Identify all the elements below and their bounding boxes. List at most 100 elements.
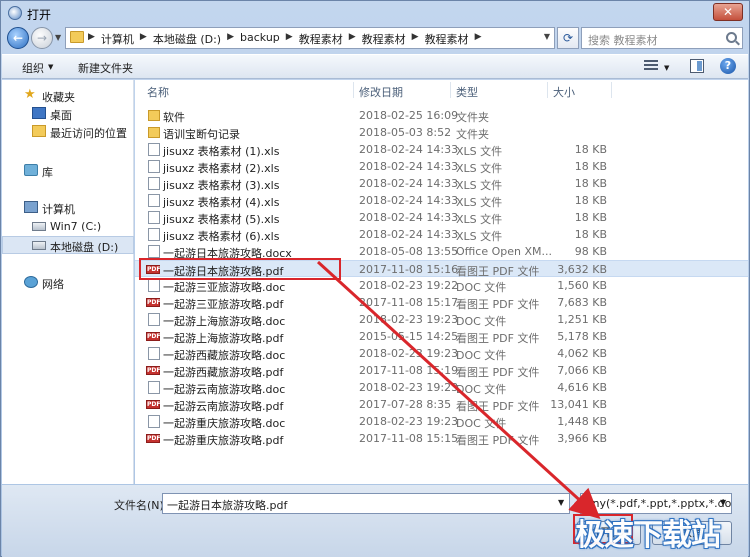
close-button[interactable]: ✕ [713, 3, 743, 21]
document-icon [148, 313, 160, 326]
file-row[interactable]: PDF 一起游日本旅游攻略.pdf 2017-11-08 15:16 看图王 PDF … [135, 260, 748, 278]
file-row[interactable]: jisuxz 表格素材 (5).xls 2018-02-24 14:33 XLS 文… [135, 209, 748, 226]
file-row[interactable]: jisuxz 表格素材 (2).xls 2018-02-24 14:33 XLS 文… [135, 158, 748, 175]
file-type: 看图王 PDF 文件 [456, 434, 540, 447]
file-date: 2018-05-03 8:52 [359, 126, 452, 139]
sidebar-item-win7[interactable]: Win7 (C:) [2, 218, 134, 236]
file-name: jisuxz 表格素材 (5).xls [163, 213, 280, 226]
filename-label: 文件名(N): [114, 499, 168, 512]
pdf-file-icon: PDF [146, 366, 161, 375]
file-row[interactable]: 软件 2018-02-25 16:09 文件夹 [135, 107, 748, 124]
filename-input[interactable]: 一起游日本旅游攻略.pdf [162, 493, 570, 514]
file-row[interactable]: 一起游三亚旅游攻略.doc 2018-02-23 19:22 DOC 文件 1,560… [135, 277, 748, 294]
column-header-size[interactable]: 大小 [553, 80, 575, 100]
chevron-right-icon[interactable]: ▶ [88, 31, 95, 47]
file-row[interactable]: PDF 一起游西藏旅游攻略.pdf 2017-11-08 15:19 看图王 PDF … [135, 362, 748, 379]
file-date: 2018-02-25 16:09 [359, 109, 459, 122]
file-row[interactable]: 一起游重庆旅游攻略.doc 2018-02-23 19:23 DOC 文件 1,448… [135, 413, 748, 430]
back-button[interactable]: ← [7, 27, 29, 49]
sidebar-item-libraries[interactable]: 库 [2, 162, 134, 180]
breadcrumb-item[interactable]: 本地磁盘 (D:) [147, 31, 227, 47]
chevron-right-icon[interactable]: ▶ [227, 31, 234, 47]
column-divider[interactable] [547, 82, 548, 98]
column-divider[interactable] [450, 82, 451, 98]
organize-button[interactable]: 组织 [22, 60, 44, 76]
chevron-down-icon[interactable]: ▼ [720, 498, 726, 507]
preview-pane-icon[interactable] [690, 59, 704, 73]
file-size: 98 KB [574, 245, 607, 258]
breadcrumb-item[interactable]: 计算机 [95, 31, 140, 47]
file-size: 1,251 KB [557, 313, 607, 326]
refresh-button[interactable]: ⟳ [557, 27, 579, 49]
desktop-icon [32, 107, 46, 119]
network-icon [24, 276, 38, 288]
file-type: 看图王 PDF 文件 [456, 332, 540, 345]
address-dropdown[interactable]: ▼ [544, 32, 550, 41]
pdf-file-icon: PDF [146, 332, 161, 341]
sidebar-item-desktop[interactable]: 桌面 [2, 105, 134, 123]
file-row[interactable]: PDF 一起游上海旅游攻略.pdf 2015-05-15 14:25 看图王 PDF … [135, 328, 748, 345]
file-type: DOC 文件 [456, 349, 507, 362]
file-row[interactable]: jisuxz 表格素材 (1).xls 2018-02-24 14:33 XLS 文… [135, 141, 748, 158]
file-date: 2018-02-23 19:23 [359, 415, 459, 428]
folder-icon [148, 110, 160, 121]
breadcrumb-item[interactable]: 教程素材 [356, 31, 412, 47]
forward-button[interactable]: → [31, 27, 53, 49]
file-type: XLS 文件 [456, 179, 503, 192]
library-icon [24, 164, 38, 176]
computer-icon [24, 201, 38, 213]
chevron-right-icon[interactable]: ▶ [412, 31, 419, 47]
file-size: 18 KB [574, 177, 607, 190]
title-bar: 打开 ✕ [1, 1, 749, 25]
window-title: 打开 [27, 8, 52, 22]
star-icon: ★ [24, 87, 36, 102]
folder-icon [70, 31, 84, 43]
file-type: 看图王 PDF 文件 [456, 366, 540, 379]
drive-icon [32, 241, 46, 250]
column-header-name[interactable]: 名称 [147, 80, 169, 100]
file-row[interactable]: PDF 一起游重庆旅游攻略.pdf 2017-11-08 15:15 看图王 PDF … [135, 430, 748, 447]
chevron-right-icon[interactable]: ▶ [475, 31, 482, 47]
file-row[interactable]: 语训宝断句记录 2018-05-03 8:52 文件夹 [135, 124, 748, 141]
help-icon[interactable]: ? [720, 58, 736, 74]
sidebar-item-local-disk[interactable]: 本地磁盘 (D:) [2, 236, 134, 254]
file-size: 18 KB [574, 228, 607, 241]
breadcrumb-item[interactable]: 教程素材 [419, 31, 475, 47]
sidebar-item-network[interactable]: 网络 [2, 274, 134, 292]
file-row[interactable]: 一起游日本旅游攻略.docx 2018-05-08 13:55 Office Ope… [135, 243, 748, 260]
sidebar-item-favorites[interactable]: ★ 收藏夹 [2, 87, 134, 105]
file-row[interactable]: jisuxz 表格素材 (6).xls 2018-02-24 14:33 XLS 文… [135, 226, 748, 243]
chevron-down-icon[interactable]: ▼ [664, 64, 669, 72]
column-divider[interactable] [611, 82, 612, 98]
chevron-down-icon[interactable]: ▼ [558, 498, 564, 507]
recent-pages-dropdown[interactable]: ▼ [55, 33, 61, 42]
address-bar[interactable]: ▶ 计算机 ▶ 本地磁盘 (D:) ▶ backup ▶ 教程素材 ▶ 教程素材 ▶ 教程素材 ▶ ▼ [65, 27, 555, 49]
new-folder-button[interactable]: 新建文件夹 [78, 60, 133, 76]
file-row[interactable]: PDF 一起游三亚旅游攻略.pdf 2017-11-08 15:17 看图王 PDF … [135, 294, 748, 311]
file-row[interactable]: jisuxz 表格素材 (3).xls 2018-02-24 14:33 XLS 文… [135, 175, 748, 192]
document-icon [148, 415, 160, 428]
file-type: DOC 文件 [456, 417, 507, 430]
file-row[interactable]: 一起游西藏旅游攻略.doc 2018-02-23 19:23 DOC 文件 4,062… [135, 345, 748, 362]
document-icon [148, 279, 160, 292]
chevron-right-icon[interactable]: ▶ [286, 31, 293, 47]
column-header-date[interactable]: 修改日期 [359, 80, 403, 100]
column-divider[interactable] [353, 82, 354, 98]
column-header-type[interactable]: 类型 [456, 80, 478, 100]
view-options-icon[interactable] [644, 60, 658, 73]
sidebar-item-computer[interactable]: 计算机 [2, 199, 134, 217]
search-input[interactable]: 搜索 教程素材 [581, 27, 743, 49]
chevron-right-icon[interactable]: ▶ [349, 31, 356, 47]
breadcrumb-item[interactable]: 教程素材 [293, 31, 349, 47]
file-date: 2018-02-24 14:33 [359, 143, 459, 156]
sidebar-item-recent[interactable]: 最近访问的位置 [2, 123, 134, 141]
chevron-right-icon[interactable]: ▶ [140, 31, 147, 47]
file-row[interactable]: 一起游云南旅游攻略.doc 2018-02-23 19:23 DOC 文件 4,616… [135, 379, 748, 396]
breadcrumb-item[interactable]: backup [234, 31, 286, 47]
navigation-bar: ← → ▼ ▶ 计算机 ▶ 本地磁盘 (D:) ▶ backup ▶ 教程素材 ▶ 教程素材 ▶ 教程… [1, 25, 749, 53]
file-row[interactable]: jisuxz 表格素材 (4).xls 2018-02-24 14:33 XLS 文… [135, 192, 748, 209]
file-size: 13,041 KB [550, 398, 607, 411]
file-row[interactable]: 一起游上海旅游攻略.doc 2018-02-23 19:23 DOC 文件 1,251… [135, 311, 748, 328]
file-row[interactable]: PDF 一起游云南旅游攻略.pdf 2017-07-28 8:35 看图王 PDF 文… [135, 396, 748, 413]
file-name: 一起游上海旅游攻略.pdf [163, 332, 284, 345]
